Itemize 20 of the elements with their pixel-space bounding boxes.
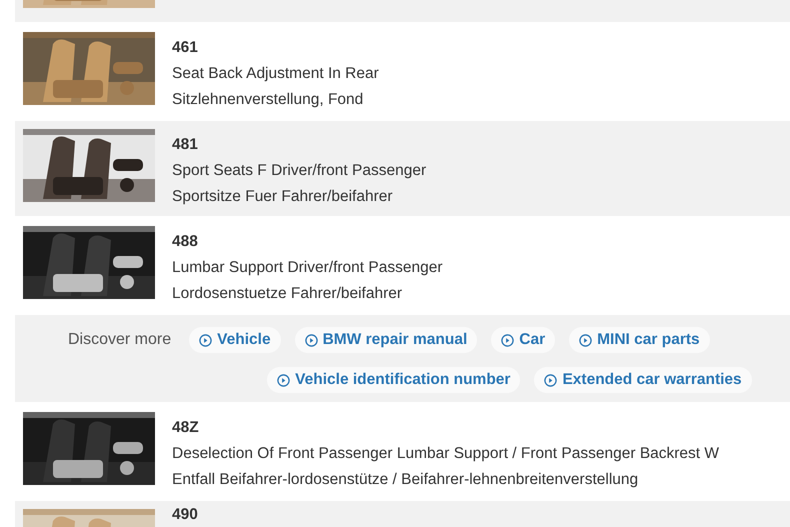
part-description: Sitzlehnenverstellung, Fond [172, 90, 364, 110]
part-number: 490 [172, 505, 198, 524]
part-description: Lumbar Support Driver/front Passenger [172, 258, 443, 278]
part-description: Entfall Beifahrer-lordosenstütze / Beifahrer-lehnenbreitenverstellung [172, 470, 640, 490]
part-number: 461 [172, 38, 199, 58]
topic-chip[interactable]: Vehicle identification number [267, 367, 520, 393]
part-description: Seat Back Adjustment In Rear [172, 64, 379, 84]
part-description: Deselection Of Front Passenger Lumbar Support / Front Passenger Backrest W [172, 444, 720, 464]
topic-chip[interactable]: Vehicle [189, 327, 281, 353]
part-description: Lordosenstuetze Fahrer/beifahrer [172, 284, 404, 304]
topic-chip[interactable]: Car [491, 327, 556, 353]
part-number: 488 [172, 232, 199, 252]
part-number: 48Z [172, 418, 200, 438]
topic-chip[interactable]: MINI car parts [569, 327, 710, 353]
part-description: Sportsitze Fuer Fahrer/beifahrer [172, 187, 394, 207]
topic-chip[interactable]: BMW repair manual [294, 327, 478, 353]
part-number: 481 [172, 135, 199, 155]
topic-chip[interactable]: Extended car warranties [534, 367, 752, 393]
part-description: Sport Seats F Driver/front Passenger [172, 161, 426, 181]
discover-label: Discover more [68, 330, 172, 350]
